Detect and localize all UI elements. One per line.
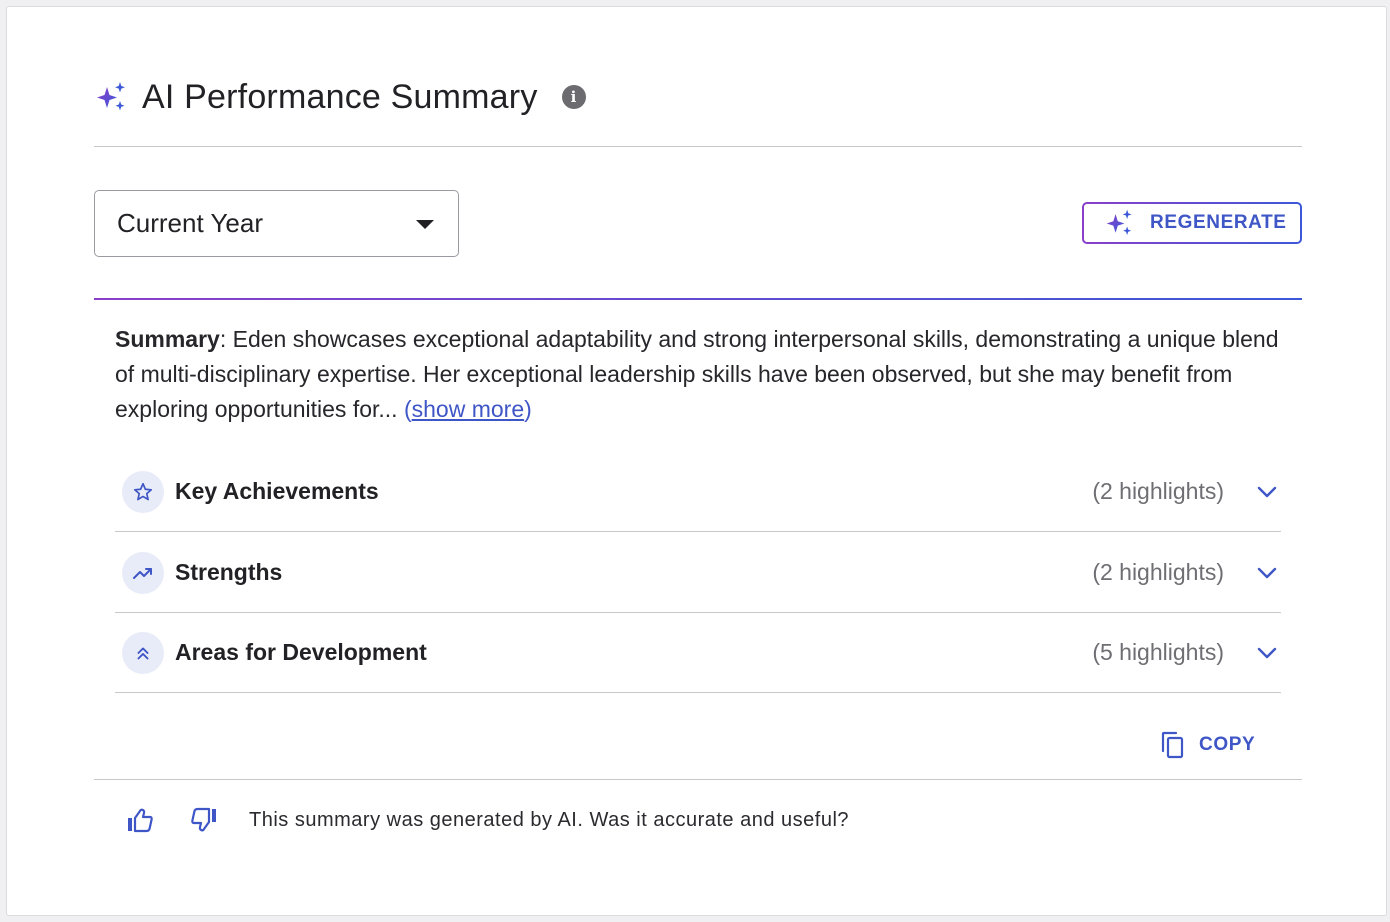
thumbs-down-icon[interactable] <box>189 805 219 835</box>
info-icon[interactable]: i <box>561 85 586 109</box>
copy-icon <box>1161 731 1184 759</box>
section-strengths[interactable]: Strengths (2 highlights) <box>115 533 1281 613</box>
section-label: Strengths <box>175 559 283 585</box>
sparkle-icon <box>97 82 125 111</box>
show-more-link[interactable]: show more <box>412 396 524 422</box>
section-count: (5 highlights) <box>1092 639 1224 665</box>
thumbs-up-icon[interactable] <box>125 805 155 835</box>
header-divider <box>94 146 1302 147</box>
sparkle-icon <box>1106 209 1132 235</box>
feedback-row: This summary was generated by AI. Was it… <box>125 803 849 837</box>
regenerate-label: REGENERATE <box>1150 212 1287 233</box>
section-key-achievements[interactable]: Key Achievements (2 highlights) <box>115 452 1281 532</box>
card-header: AI Performance Summary i <box>94 69 1302 125</box>
period-select-value: Current Year <box>117 208 263 238</box>
feedback-text: This summary was generated by AI. Was it… <box>249 808 850 831</box>
copy-label: COPY <box>1199 734 1256 755</box>
section-label: Key Achievements <box>175 478 379 504</box>
regenerate-button[interactable]: REGENERATE <box>1082 202 1302 244</box>
summary-body: : Eden showcases exceptional adaptabilit… <box>115 326 1279 422</box>
chevron-down-icon <box>1257 567 1277 578</box>
summary-text: Summary: Eden showcases exceptional adap… <box>115 326 1279 422</box>
section-areas-for-development[interactable]: Areas for Development (5 highlights) <box>115 613 1281 693</box>
page-title: AI Performance Summary <box>142 77 538 116</box>
double-chevron-up-icon <box>122 631 164 674</box>
section-label: Areas for Development <box>175 639 427 665</box>
period-select[interactable]: Current Year <box>94 190 459 257</box>
chevron-down-icon <box>1257 486 1277 497</box>
gradient-divider <box>94 298 1302 300</box>
star-icon <box>122 470 164 513</box>
summary-lead: Summary <box>115 326 220 352</box>
section-count: (2 highlights) <box>1092 478 1224 504</box>
summary-card: AI Performance Summary i Current Year RE… <box>6 6 1387 916</box>
chevron-down-icon <box>1257 647 1277 658</box>
section-count: (2 highlights) <box>1092 559 1224 585</box>
caret-down-icon <box>416 220 434 229</box>
copy-button[interactable]: COPY <box>1159 729 1255 761</box>
footer-divider <box>94 779 1302 780</box>
trending-up-icon <box>122 551 164 594</box>
